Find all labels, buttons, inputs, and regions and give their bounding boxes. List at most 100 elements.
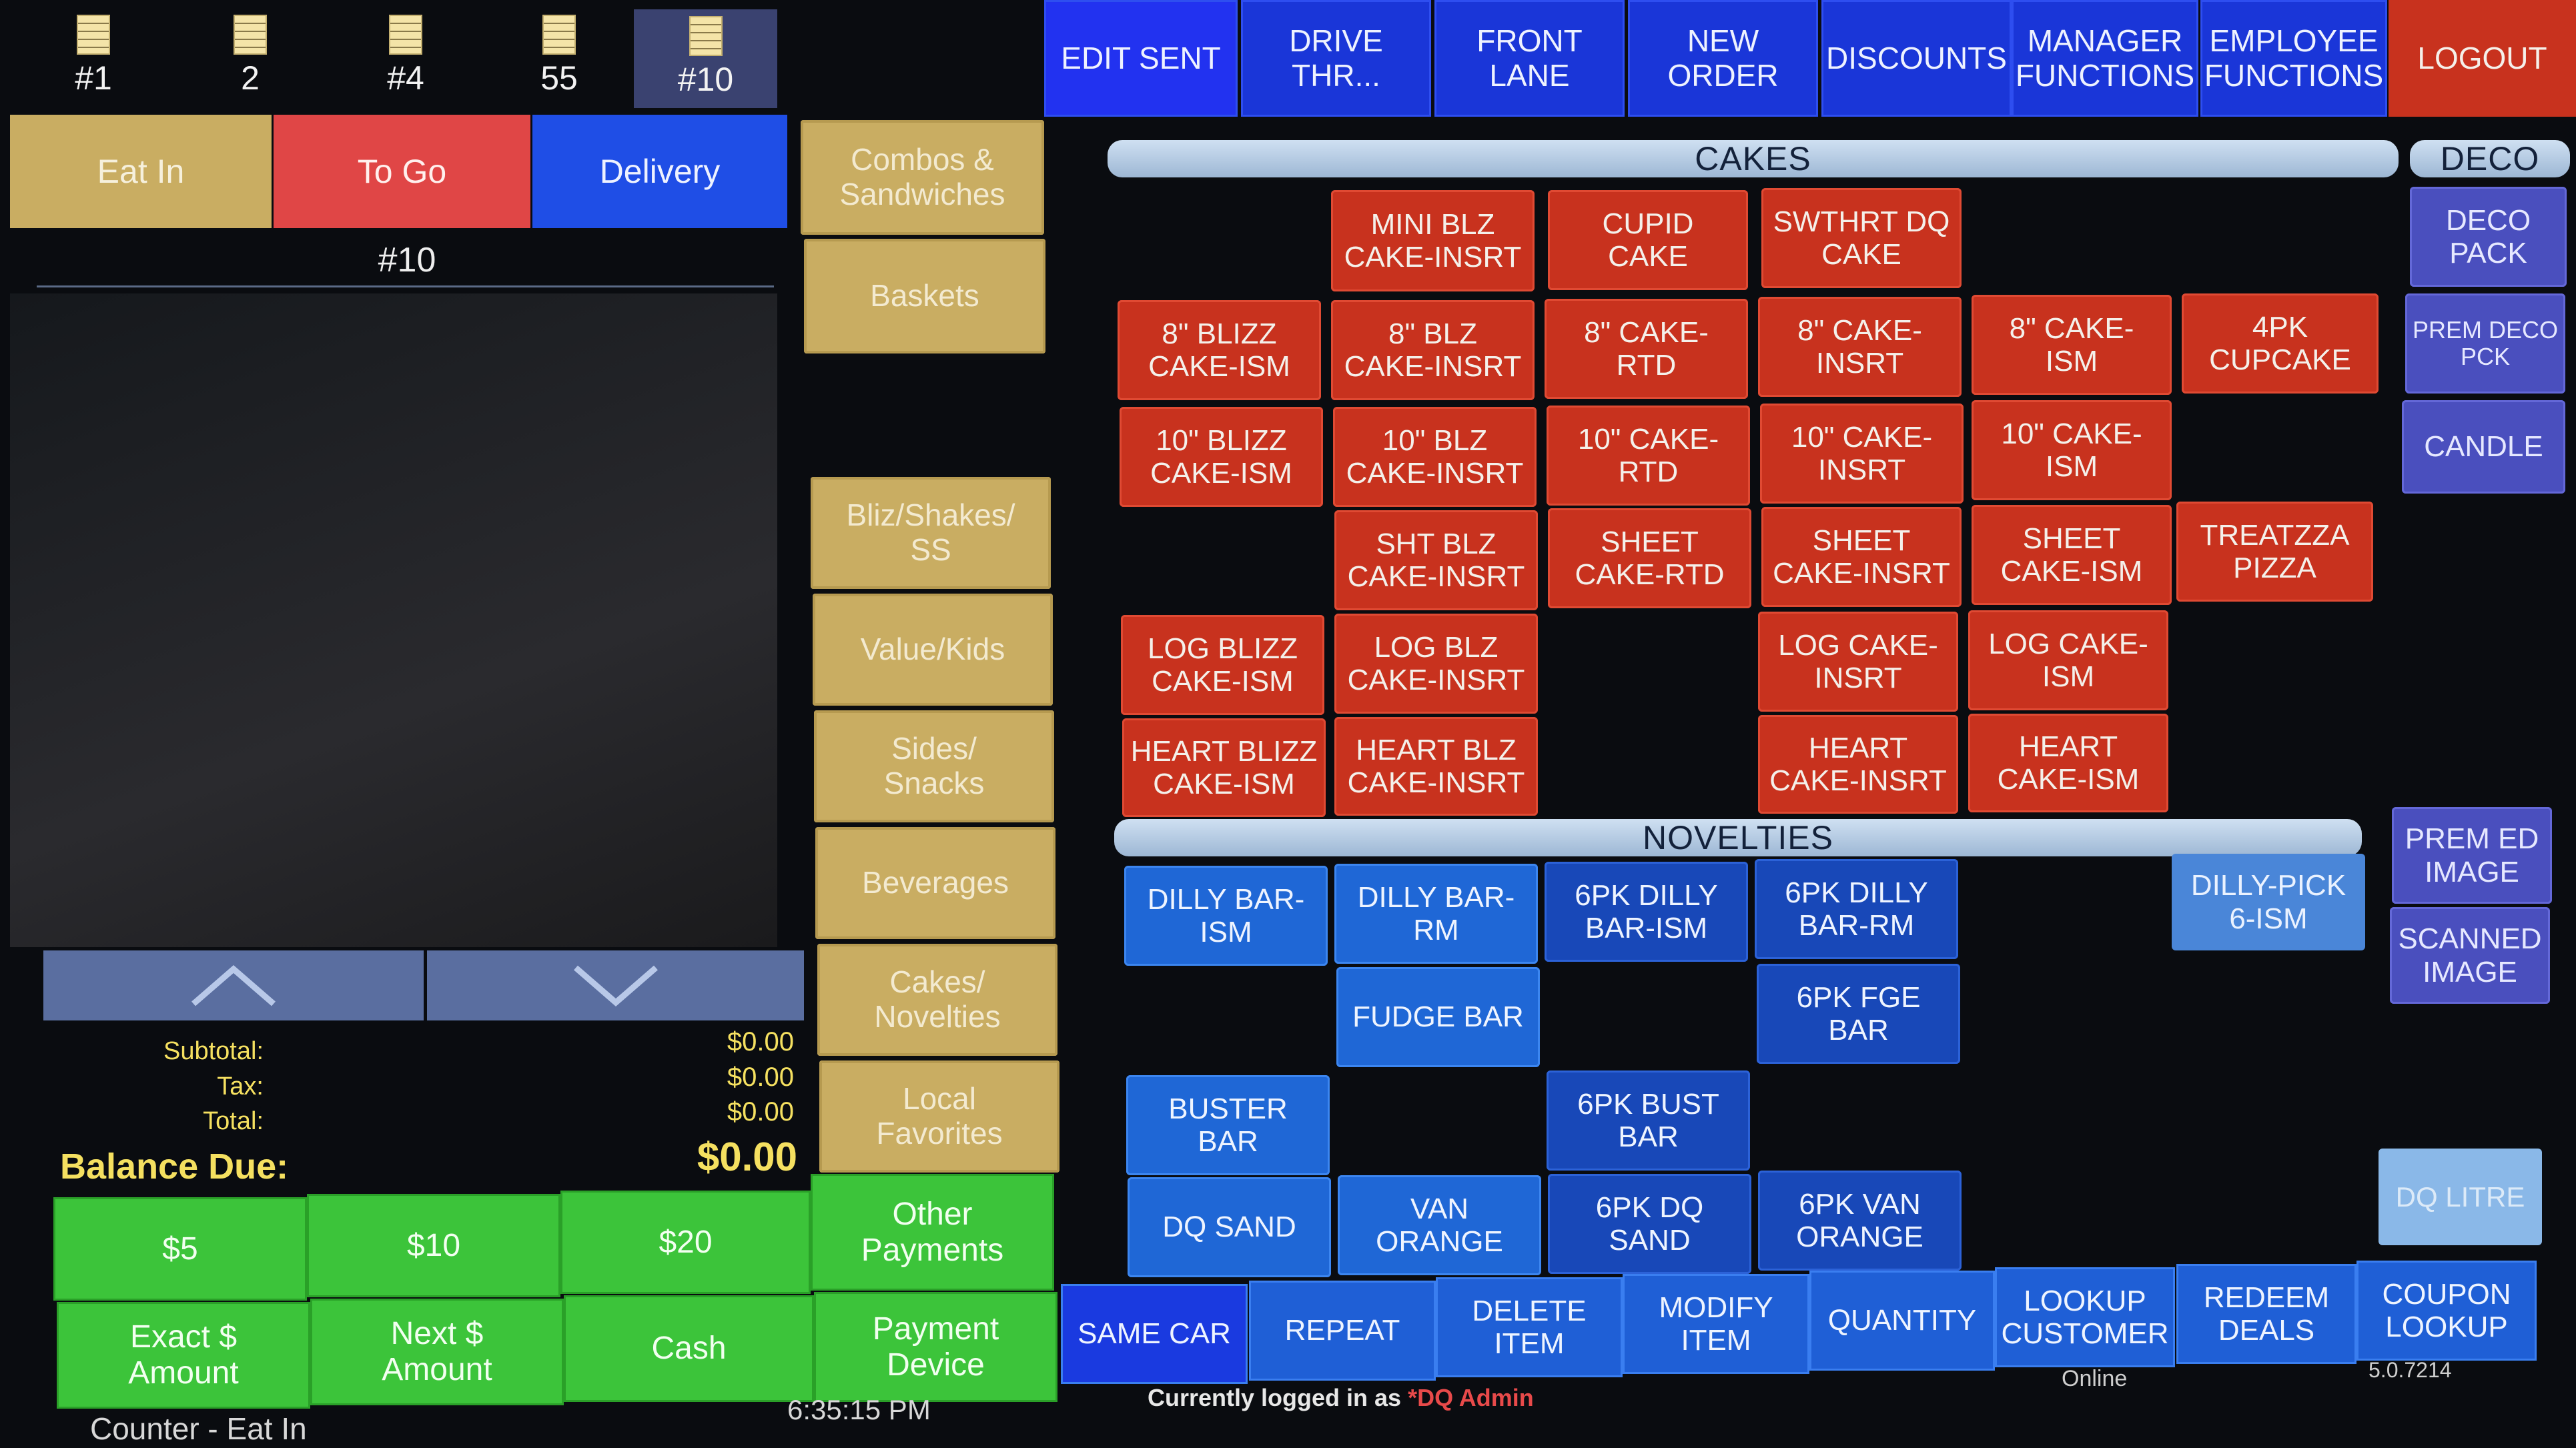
heart-blizz-cake-ism-button[interactable]: HEART BLIZZ CAKE-ISM [1122, 718, 1326, 817]
6pk-van-orange-button[interactable]: 6PK VAN ORANGE [1758, 1171, 1962, 1271]
order-ticket-10-selected[interactable]: #10 [634, 9, 777, 108]
tax-label: Tax: [217, 1072, 264, 1101]
6pk-dq-sand-button[interactable]: 6PK DQ SAND [1548, 1174, 1751, 1274]
dq-sand-button[interactable]: DQ SAND [1128, 1177, 1331, 1277]
order-divider [37, 285, 774, 287]
10-blizz-cake-ism-button[interactable]: 10" BLIZZ CAKE-ISM [1120, 407, 1323, 507]
log-blizz-cake-ism-button[interactable]: LOG BLIZZ CAKE-ISM [1121, 615, 1324, 715]
heart-blz-cake-insrt-button[interactable]: HEART BLZ CAKE-INSRT [1334, 717, 1538, 816]
new-order-button[interactable]: NEW ORDER [1628, 0, 1818, 117]
category-value-kids[interactable]: Value/Kids [813, 594, 1053, 706]
payment-device-button[interactable]: Payment Device [814, 1292, 1057, 1402]
scroll-up-button[interactable] [43, 950, 424, 1020]
same-car-button[interactable]: SAME CAR [1061, 1284, 1248, 1384]
logout-button[interactable]: LOGOUT [2389, 0, 2576, 117]
dilly-bar-rm-button[interactable]: DILLY BAR- RM [1334, 864, 1538, 964]
counter-mode-label: Counter - Eat In [90, 1411, 307, 1446]
10-cake-rtd-button[interactable]: 10" CAKE- RTD [1547, 406, 1750, 506]
scroll-down-button[interactable] [427, 950, 804, 1020]
delivery-button[interactable]: Delivery [532, 115, 787, 228]
manager-functions-button[interactable]: MANAGER FUNCTIONS [2012, 0, 2198, 117]
treatzza-pizza-button[interactable]: TREATZZA PIZZA [2176, 502, 2373, 602]
8-cake-ism-button[interactable]: 8" CAKE- ISM [1972, 295, 2172, 395]
cupid-cake-button[interactable]: CUPID CAKE [1548, 190, 1748, 290]
total-value: $0.00 [727, 1097, 794, 1127]
6pk-fge-bar-button[interactable]: 6PK FGE BAR [1757, 964, 1960, 1064]
van-orange-button[interactable]: VAN ORANGE [1338, 1175, 1541, 1275]
eat-in-button[interactable]: Eat In [10, 115, 272, 228]
10-blz-cake-insrt-button[interactable]: 10" BLZ CAKE-INSRT [1333, 407, 1537, 507]
6pk-dilly-bar-ism-button[interactable]: 6PK DILLY BAR-ISM [1545, 862, 1748, 962]
order-ticket-2[interactable]: 2 [183, 15, 317, 97]
10-cake-ism-button[interactable]: 10" CAKE- ISM [1972, 400, 2172, 500]
fudge-bar-button[interactable]: FUDGE BAR [1336, 967, 1540, 1067]
pay-10-button[interactable]: $10 [307, 1194, 560, 1297]
log-cake-insrt-button[interactable]: LOG CAKE- INSRT [1758, 612, 1958, 712]
repeat-button[interactable]: REPEAT [1249, 1281, 1436, 1381]
8-blizz-cake-ism-button[interactable]: 8" BLIZZ CAKE-ISM [1118, 300, 1321, 400]
candle-button[interactable]: CANDLE [2402, 400, 2565, 494]
quantity-button[interactable]: QUANTITY [1809, 1271, 1995, 1371]
order-ticket-4[interactable]: #4 [339, 15, 472, 97]
delete-item-button[interactable]: DELETE ITEM [1436, 1277, 1623, 1377]
8-blz-cake-insrt-button[interactable]: 8" BLZ CAKE-INSRT [1331, 300, 1535, 400]
category-beverages[interactable]: Beverages [815, 827, 1055, 939]
sheet-cake-ism-button[interactable]: SHEET CAKE-ISM [1972, 505, 2172, 605]
swthrt-dq-cake-button[interactable]: SWTHRT DQ CAKE [1761, 188, 1962, 288]
sheet-cake-rtd-button[interactable]: SHEET CAKE-RTD [1548, 508, 1751, 608]
version-label: 5.0.7214 [2369, 1358, 2452, 1382]
heart-cake-insrt-button[interactable]: HEART CAKE-INSRT [1758, 715, 1958, 814]
pay-5-button[interactable]: $5 [53, 1197, 307, 1301]
heart-cake-ism-button[interactable]: HEART CAKE-ISM [1968, 714, 2168, 812]
ticket-label: #10 [677, 61, 734, 98]
ticket-label: 55 [540, 59, 578, 97]
8-cake-rtd-button[interactable]: 8" CAKE- RTD [1545, 299, 1748, 399]
6pk-bust-bar-button[interactable]: 6PK BUST BAR [1547, 1070, 1750, 1171]
front-lane-button[interactable]: FRONT LANE [1434, 0, 1625, 117]
10-cake-insrt-button[interactable]: 10" CAKE- INSRT [1760, 404, 1964, 504]
redeem-deals-button[interactable]: REDEEM DEALS [2176, 1264, 2356, 1364]
deco-pack-button[interactable]: DECO PACK [2410, 187, 2567, 287]
pay-20-button[interactable]: $20 [560, 1191, 811, 1294]
modify-item-button[interactable]: MODIFY ITEM [1623, 1274, 1809, 1374]
category-baskets[interactable]: Baskets [804, 239, 1045, 353]
other-payments-button[interactable]: Other Payments [811, 1174, 1054, 1291]
log-cake-ism-button[interactable]: LOG CAKE- ISM [1968, 610, 2168, 710]
edit-sent-button[interactable]: EDIT SENT [1044, 0, 1238, 117]
4pk-cupcake-button[interactable]: 4PK CUPCAKE [2182, 293, 2379, 394]
category-local-favorites[interactable]: Local Favorites [819, 1060, 1059, 1173]
order-items-list[interactable] [10, 293, 777, 947]
category-bliz-shakes[interactable]: Bliz/Shakes/ SS [811, 477, 1051, 589]
drive-thru-button[interactable]: DRIVE THR... [1241, 0, 1431, 117]
prem-deco-pack-button[interactable]: PREM DECO PCK [2405, 293, 2565, 394]
exact-amount-button[interactable]: Exact $ Amount [57, 1302, 310, 1409]
dq-litre-button[interactable]: DQ LITRE [2379, 1149, 2542, 1245]
prem-ed-image-button[interactable]: PREM ED IMAGE [2392, 807, 2552, 904]
order-ticket-55[interactable]: 55 [492, 15, 626, 97]
sht-blz-cake-insrt-button[interactable]: SHT BLZ CAKE-INSRT [1334, 510, 1538, 610]
cash-button[interactable]: Cash [564, 1295, 814, 1402]
dilly-bar-ism-button[interactable]: DILLY BAR- ISM [1124, 866, 1328, 966]
dilly-pick-6-ism-button[interactable]: DILLY-PICK 6-ISM [2172, 854, 2365, 950]
log-blz-cake-insrt-button[interactable]: LOG BLZ CAKE-INSRT [1334, 614, 1538, 714]
order-ticket-1[interactable]: #1 [27, 15, 160, 97]
8-cake-insrt-button[interactable]: 8" CAKE- INSRT [1758, 297, 1962, 397]
sheet-cake-insrt-button[interactable]: SHEET CAKE-INSRT [1761, 507, 1962, 607]
scanned-image-button[interactable]: SCANNED IMAGE [2390, 907, 2550, 1004]
ticket-label: 2 [241, 59, 260, 97]
lookup-customer-button[interactable]: LOOKUP CUSTOMER [1995, 1267, 2175, 1367]
buster-bar-button[interactable]: BUSTER BAR [1126, 1075, 1330, 1175]
category-cakes-novelties[interactable]: Cakes/ Novelties [817, 944, 1057, 1056]
coupon-lookup-button[interactable]: COUPON LOOKUP [2356, 1261, 2537, 1361]
next-amount-button[interactable]: Next $ Amount [310, 1299, 564, 1405]
mini-blz-cake-insrt-button[interactable]: MINI BLZ CAKE-INSRT [1331, 190, 1535, 291]
category-sides-snacks[interactable]: Sides/ Snacks [814, 710, 1054, 822]
discounts-button[interactable]: DISCOUNTS [1821, 0, 2012, 117]
category-combos-sandwiches[interactable]: Combos & Sandwiches [801, 120, 1044, 235]
logged-in-prefix: Currently logged in as [1148, 1384, 1402, 1411]
6pk-dilly-bar-rm-button[interactable]: 6PK DILLY BAR-RM [1755, 859, 1958, 959]
chevron-down-icon [573, 965, 658, 1006]
cakes-section-header: CAKES [1108, 140, 2399, 177]
employee-functions-button[interactable]: EMPLOYEE FUNCTIONS [2200, 0, 2387, 117]
to-go-button[interactable]: To Go [274, 115, 530, 228]
